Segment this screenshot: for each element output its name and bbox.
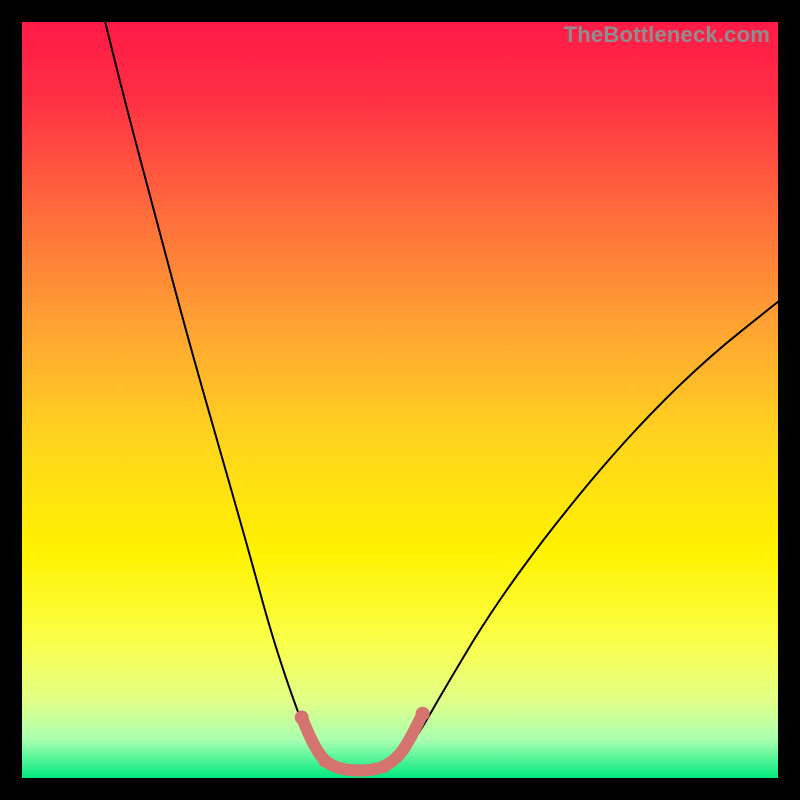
optimal-marker-dot bbox=[416, 707, 430, 721]
optimal-marker-dot bbox=[295, 711, 309, 725]
optimal-marker-dot bbox=[405, 730, 417, 742]
bottleneck-chart bbox=[22, 22, 778, 778]
optimal-marker-dot bbox=[349, 764, 361, 776]
optimal-marker-dot bbox=[318, 755, 330, 767]
chart-frame: TheBottleneck.com bbox=[22, 22, 778, 778]
optimal-marker-dot bbox=[379, 761, 391, 773]
